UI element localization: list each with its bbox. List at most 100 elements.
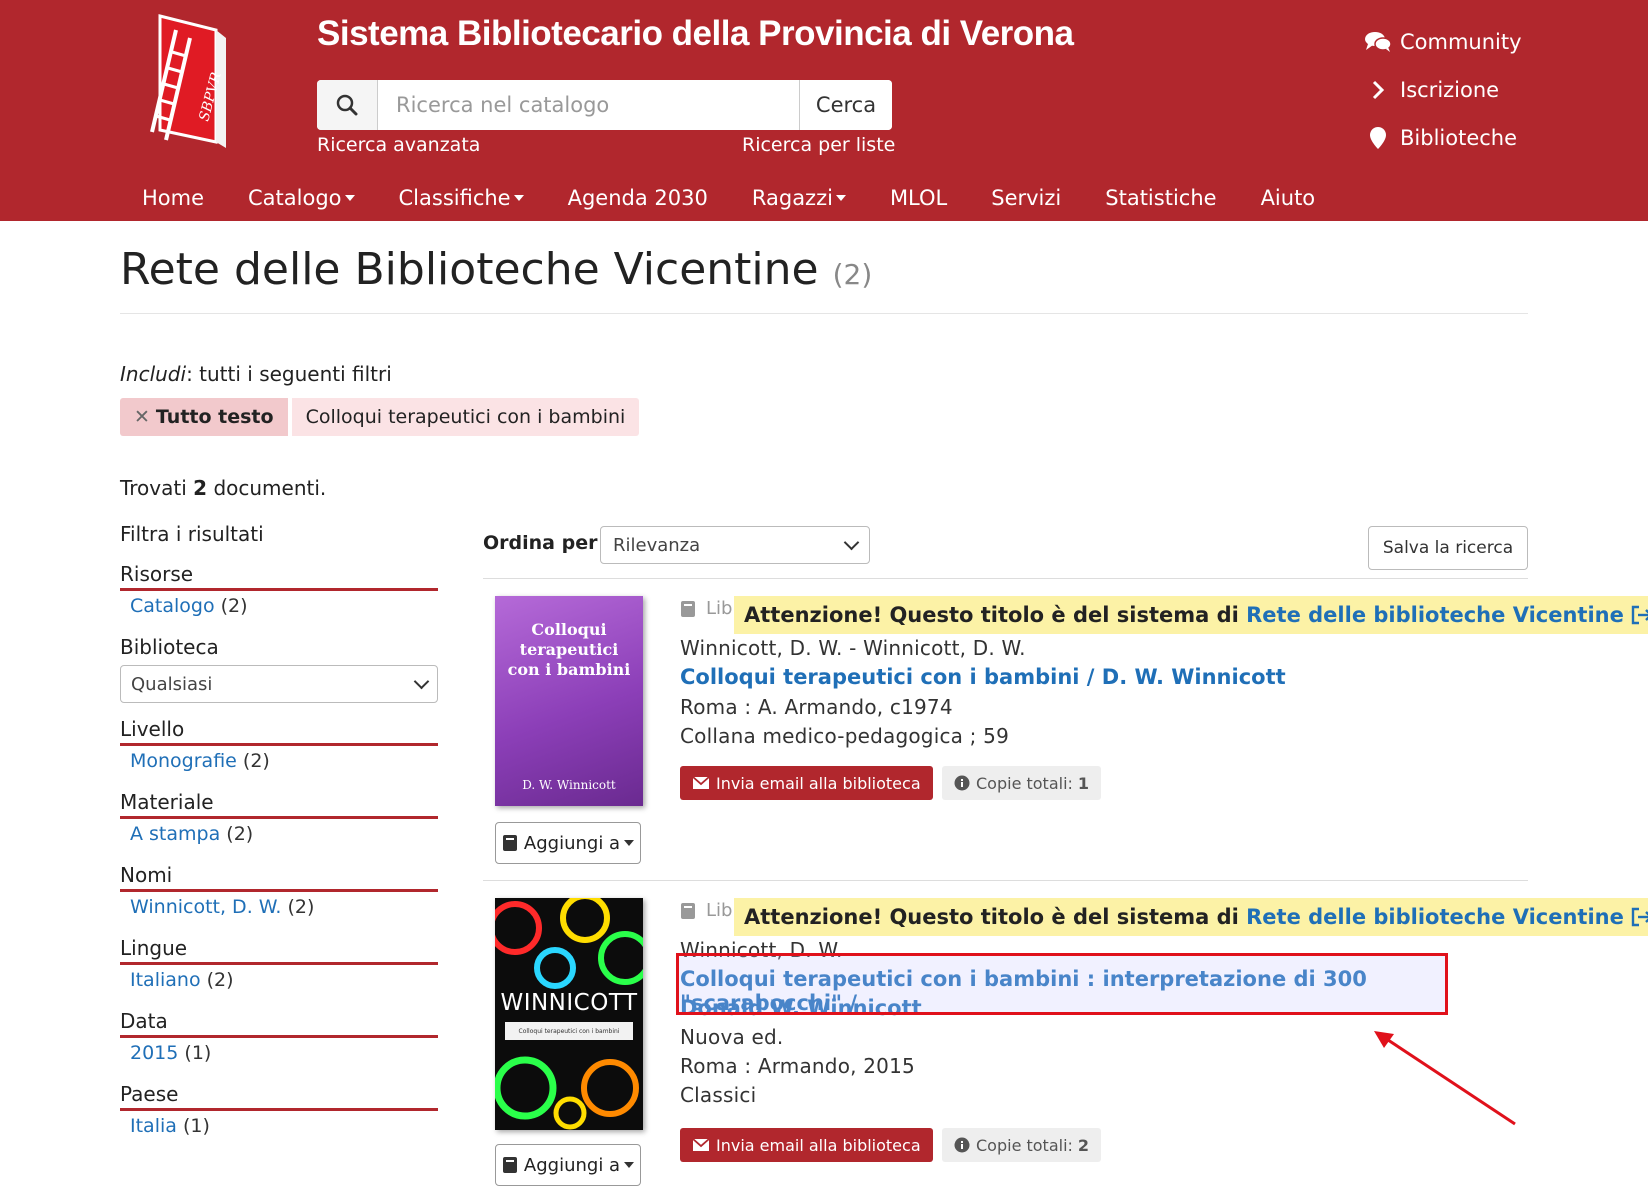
copies-badge: Copie totali: 1 <box>942 766 1102 800</box>
envelope-icon <box>692 776 710 789</box>
system-notice: Attenzione! Questo titolo è del sistema … <box>734 596 1648 634</box>
advanced-search-link[interactable]: Ricerca avanzata <box>317 134 480 156</box>
facet-sidebar: Filtra i risultati Risorse Catalogo (2) … <box>120 522 438 1155</box>
facet-link[interactable]: Italiano <box>130 969 201 991</box>
chevron-down-icon <box>843 534 860 551</box>
library-select[interactable]: Qualsiasi <box>120 665 438 703</box>
email-library-button[interactable]: Invia email alla biblioteca <box>680 1128 933 1162</box>
book-cover[interactable]: Colloqui terapeutici con i bambini D. W.… <box>495 596 643 806</box>
divider <box>483 880 1528 881</box>
iscrizione-label: Iscrizione <box>1400 78 1500 102</box>
book-icon <box>502 835 517 851</box>
active-filter: ✕ Tutto testo Colloqui terapeutici con i… <box>120 398 640 436</box>
record-publication: Roma : Armando, 2015 <box>680 1054 915 1078</box>
email-library-button[interactable]: Invia email alla biblioteca <box>680 766 933 800</box>
biblioteche-label: Biblioteche <box>1400 126 1518 150</box>
nav-catalogo[interactable]: Catalogo <box>226 178 377 218</box>
system-link[interactable]: Rete delle biblioteche Vicentine <box>1246 905 1624 929</box>
library-logo-icon[interactable]: SBPVR <box>142 12 232 152</box>
filter-key: Tutto testo <box>155 406 274 428</box>
community-label: Community <box>1400 30 1522 54</box>
facet-heading: Risorse <box>120 562 438 591</box>
caret-down-icon <box>344 195 355 201</box>
facet-nomi: Nomi Winnicott, D. W. (2) <box>120 863 438 922</box>
site-header: SBPVR Sistema Bibliotecario della Provin… <box>0 0 1648 221</box>
facet-item: Catalogo (2) <box>130 595 248 617</box>
highlight-annotation <box>676 953 1448 1015</box>
facet-paese: Paese Italia (1) <box>120 1082 438 1141</box>
facet-heading: Biblioteca <box>120 635 219 659</box>
book-icon <box>502 1157 517 1173</box>
envelope-icon <box>692 1138 710 1151</box>
biblioteche-link[interactable]: Biblioteche <box>1362 114 1522 162</box>
cover-title: Colloqui terapeutici con i bambini <box>507 620 631 679</box>
comments-icon <box>1362 31 1394 53</box>
caret-down-icon <box>624 840 635 846</box>
facet-link[interactable]: Winnicott, D. W. <box>130 896 281 918</box>
divider <box>120 313 1528 314</box>
facet-livello: Livello Monografie (2) <box>120 717 438 776</box>
sort-select[interactable]: Rilevanza <box>600 526 870 564</box>
facet-heading: Paese <box>120 1082 438 1111</box>
facet-biblioteca: Biblioteca Qualsiasi <box>120 635 438 703</box>
nav-aiuto[interactable]: Aiuto <box>1239 178 1338 218</box>
include-filters-label: Includi: tutti i seguenti filtri <box>120 362 392 386</box>
facet-link[interactable]: Catalogo <box>130 595 215 617</box>
add-to-list-button[interactable]: Aggiungi a <box>495 1144 641 1186</box>
nav-servizi[interactable]: Servizi <box>969 178 1083 218</box>
facet-materiale: Materiale A stampa (2) <box>120 790 438 849</box>
annotation-arrow-icon <box>1374 1031 1516 1126</box>
include-label: Includi <box>120 362 187 386</box>
facet-item: Monografie (2) <box>130 750 270 772</box>
caret-down-icon <box>835 195 846 201</box>
facet-heading: Livello <box>120 717 438 746</box>
cover-author: D. W. Winnicott <box>522 778 616 792</box>
facet-link[interactable]: A stampa <box>130 823 220 845</box>
system-link[interactable]: Rete delle biblioteche Vicentine <box>1246 603 1624 627</box>
record-title-link[interactable]: Colloqui terapeutici con i bambini / D. … <box>680 665 1286 689</box>
search-button[interactable]: Cerca <box>799 80 892 130</box>
sidebar-title: Filtra i risultati <box>120 522 264 546</box>
search-icon[interactable] <box>317 80 378 130</box>
facet-link[interactable]: Italia <box>130 1115 177 1137</box>
map-marker-icon <box>1362 126 1394 150</box>
material-type: Lib <box>680 598 732 619</box>
facet-heading: Nomi <box>120 863 438 892</box>
nav-agenda-2030[interactable]: Agenda 2030 <box>546 178 730 218</box>
info-icon <box>954 775 970 791</box>
iscrizione-link[interactable]: Iscrizione <box>1362 66 1522 114</box>
site-title[interactable]: Sistema Bibliotecario della Provincia di… <box>317 14 1074 54</box>
divider <box>483 578 1528 579</box>
copies-badge: Copie totali: 2 <box>942 1128 1102 1162</box>
facet-data: Data 2015 (1) <box>120 1009 438 1068</box>
list-search-link[interactable]: Ricerca per liste <box>742 134 895 156</box>
nav-mlol[interactable]: MLOL <box>868 178 969 218</box>
facet-link[interactable]: Monografie <box>130 750 237 772</box>
nav-statistiche[interactable]: Statistiche <box>1083 178 1238 218</box>
remove-filter-button[interactable]: ✕ Tutto testo <box>120 398 288 436</box>
external-link-icon <box>1631 907 1648 927</box>
search-bar: Cerca <box>317 80 892 130</box>
chevron-right-icon <box>1362 80 1394 100</box>
page-title: Rete delle Biblioteche Vicentine (2) <box>120 244 872 295</box>
caret-down-icon <box>513 195 524 201</box>
facet-heading: Materiale <box>120 790 438 819</box>
nav-home[interactable]: Home <box>120 178 226 218</box>
nav-ragazzi[interactable]: Ragazzi <box>730 178 868 218</box>
search-input[interactable] <box>378 80 799 130</box>
info-icon <box>954 1137 970 1153</box>
add-to-list-button[interactable]: Aggiungi a <box>495 822 641 864</box>
external-link-icon <box>1631 605 1648 625</box>
cover-subtitle: Colloqui terapeutici con i bambini <box>505 1022 633 1040</box>
caret-down-icon <box>624 1162 635 1168</box>
main-nav: Home Catalogo Classifiche Agenda 2030 Ra… <box>120 178 1337 218</box>
community-link[interactable]: Community <box>1362 18 1522 66</box>
page-title-text: Rete delle Biblioteche Vicentine <box>120 244 819 295</box>
save-search-button[interactable]: Salva la ricerca <box>1368 526 1528 570</box>
chevron-down-icon <box>413 673 430 690</box>
facet-link[interactable]: 2015 <box>130 1042 178 1064</box>
book-cover[interactable]: WINNICOTT Colloqui terapeutici con i bam… <box>495 898 643 1130</box>
record-publication: Roma : A. Armando, c1974 <box>680 695 953 719</box>
facet-item: Italia (1) <box>130 1115 210 1137</box>
nav-classifiche[interactable]: Classifiche <box>377 178 546 218</box>
